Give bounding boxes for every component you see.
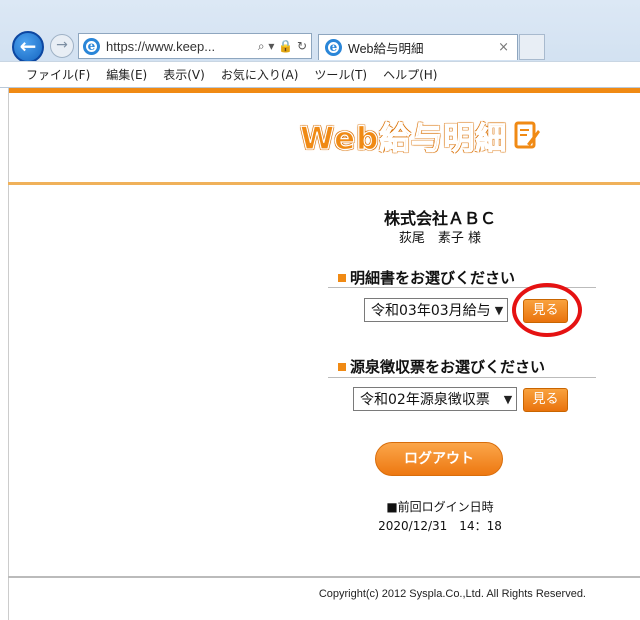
- bullet-square-icon: [338, 362, 346, 371]
- document-pen-icon: [514, 121, 541, 149]
- chevron-down-icon[interactable]: ▼: [500, 393, 516, 406]
- withholding-title-text: 源泉徴収票をお選びください: [350, 358, 546, 376]
- tab-ie-icon: e: [325, 39, 342, 56]
- address-url[interactable]: https://www.keep...: [106, 39, 258, 54]
- menu-file[interactable]: ファイル(F): [26, 66, 90, 83]
- withholding-section-title: 源泉徴収票をお選びください: [338, 356, 545, 377]
- logout-button[interactable]: ログアウト: [375, 442, 503, 476]
- header-stripe: [8, 88, 640, 93]
- user-name: 荻尾 素子 様: [398, 231, 482, 246]
- bullet-square-icon: [338, 273, 346, 282]
- withholding-select-value: 令和02年源泉徴収票: [360, 392, 490, 408]
- page-border: [8, 88, 9, 620]
- withholding-select[interactable]: 令和02年源泉徴収票 ▼: [353, 387, 517, 411]
- close-tab-icon[interactable]: ×: [498, 40, 509, 55]
- new-tab-button[interactable]: [519, 34, 545, 60]
- view-withholding-button[interactable]: 見る: [523, 388, 568, 412]
- copyright-text: Copyright(c) 2012 Syspla.Co.,Ltd. All Ri…: [318, 588, 586, 600]
- menu-favorites[interactable]: お気に入り(A): [221, 66, 299, 83]
- highlight-circle: [512, 283, 582, 337]
- back-arrow-icon: ←: [19, 34, 37, 58]
- ie-icon: e: [83, 37, 100, 55]
- logo-text: Web給与明細: [299, 120, 508, 157]
- site-logo: Web給与明細: [299, 110, 541, 160]
- chevron-down-icon[interactable]: ▼: [491, 304, 507, 317]
- forward-arrow-icon: →: [56, 37, 68, 53]
- payslip-select-value: 令和03年03月給与: [371, 303, 491, 319]
- withholding-divider: [328, 377, 596, 378]
- menu-edit[interactable]: 編集(E): [106, 66, 147, 83]
- forward-button[interactable]: →: [50, 34, 74, 58]
- last-login-value: 2020/12/31 14：18: [378, 519, 502, 533]
- footer-divider: [8, 576, 640, 578]
- menu-tools[interactable]: ツール(T): [314, 66, 367, 83]
- payslip-select[interactable]: 令和03年03月給与 ▼: [364, 298, 508, 322]
- browser-chrome: ← → e https://www.keep... ⌕ ▾ 🔒 ↻ e Web給…: [0, 0, 640, 88]
- menu-view[interactable]: 表示(V): [163, 66, 205, 83]
- tab-title: Web給与明細: [348, 42, 424, 56]
- address-bar[interactable]: e https://www.keep... ⌕ ▾ 🔒 ↻: [78, 33, 312, 59]
- payslip-section-title: 明細書をお選びください: [338, 267, 515, 288]
- last-login-label: ■前回ログイン日時: [386, 500, 494, 514]
- back-button[interactable]: ←: [12, 31, 44, 63]
- address-actions-icon[interactable]: ⌕ ▾ 🔒 ↻: [258, 39, 307, 54]
- header-divider: [8, 182, 640, 185]
- payslip-title-text: 明細書をお選びください: [350, 269, 516, 287]
- company-name: 株式会社ＡＢＣ: [383, 209, 496, 228]
- menu-bar: ファイル(F) 編集(E) 表示(V) お気に入り(A) ツール(T) ヘルプ(…: [0, 61, 640, 87]
- tab-web-payslip[interactable]: e Web給与明細 ×: [318, 34, 518, 60]
- menu-help[interactable]: ヘルプ(H): [383, 66, 437, 83]
